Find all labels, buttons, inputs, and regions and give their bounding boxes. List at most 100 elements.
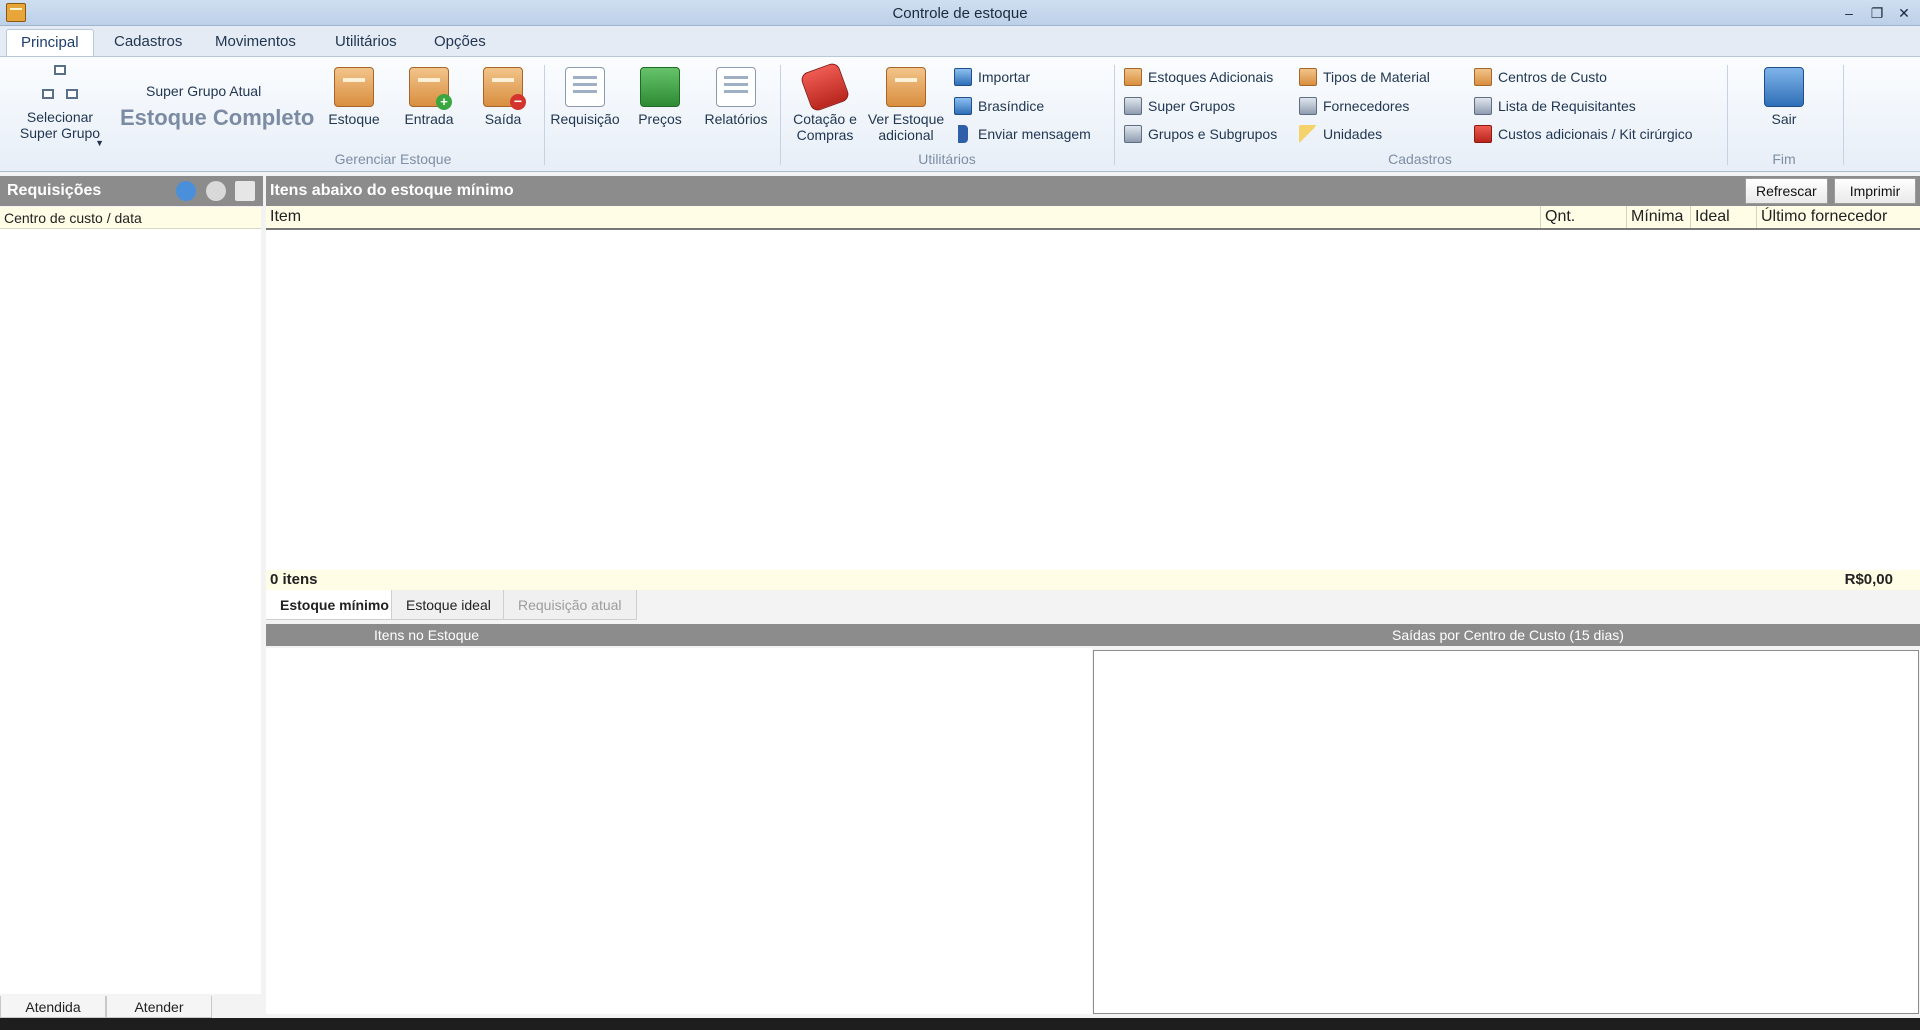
tab-principal[interactable]: Principal xyxy=(6,29,94,56)
saida-label: Saída xyxy=(484,111,522,127)
restore-icon[interactable]: ❐ xyxy=(1866,3,1888,23)
left-tabs: Atendida Atender xyxy=(0,996,261,1018)
tab-atender[interactable]: Atender xyxy=(106,996,212,1018)
tab-opcoes[interactable]: Opções xyxy=(420,29,500,56)
network-icon xyxy=(40,65,80,105)
estoques-adicionais-label: Estoques Adicionais xyxy=(1148,69,1274,85)
material-icon xyxy=(1299,68,1317,86)
close-icon[interactable]: ✕ xyxy=(1893,3,1915,23)
relatorios-label: Relatórios xyxy=(704,111,768,127)
refresh-icon[interactable] xyxy=(176,181,196,201)
box-icon xyxy=(334,67,374,107)
tab-cadastros[interactable]: Cadastros xyxy=(100,29,196,56)
tipos-material-label: Tipos de Material xyxy=(1323,69,1430,85)
custos-adicionais-button[interactable]: Custos adicionais / Kit cirúrgico xyxy=(1474,124,1693,144)
unidades-label: Unidades xyxy=(1323,126,1383,142)
column-header-item[interactable]: Item xyxy=(266,206,1540,228)
fornecedores-button[interactable]: Fornecedores xyxy=(1299,96,1409,116)
hierarchy-icon xyxy=(1124,97,1142,115)
table-header: Item Qnt. Mínima Ideal Último fornecedor xyxy=(266,206,1920,230)
cotacao-button[interactable]: Cotação e Compras xyxy=(784,61,866,143)
price-tag-icon xyxy=(799,61,851,113)
refresh-button[interactable]: Refrescar xyxy=(1745,178,1828,204)
column-header-minima[interactable]: Mínima xyxy=(1626,206,1690,228)
select-super-group-button[interactable]: Selecionar Super Grupo ▼ xyxy=(8,65,112,148)
minimize-icon[interactable]: ‒ xyxy=(1838,3,1860,23)
column-header-ultimo-fornecedor[interactable]: Último fornecedor xyxy=(1756,206,1920,228)
saidas-title: Saídas por Centro de Custo (15 dias) xyxy=(1392,627,1624,643)
tab-movimentos[interactable]: Movimentos xyxy=(201,29,310,56)
group-label-cadastros: Cadastros xyxy=(1388,151,1452,167)
column-header-ideal[interactable]: Ideal xyxy=(1690,206,1756,228)
group-label-fim: Fim xyxy=(1772,151,1796,167)
requisicoes-header: Requisições xyxy=(0,176,263,206)
brasindice-label: Brasíndice xyxy=(978,98,1045,114)
brasindice-button[interactable]: Brasíndice xyxy=(954,96,1044,116)
tab-estoque-ideal[interactable]: Estoque ideal xyxy=(391,590,506,620)
ver-estoque-label: Ver Estoque adicional xyxy=(867,111,945,143)
items-table-body[interactable] xyxy=(266,230,1920,570)
estoque-button[interactable]: Estoque xyxy=(318,67,390,127)
taskbar xyxy=(0,1018,1920,1030)
entrada-label: Entrada xyxy=(404,111,454,127)
tipos-material-button[interactable]: Tipos de Material xyxy=(1299,67,1430,87)
cost-center-icon xyxy=(1474,68,1492,86)
requisicao-button[interactable]: Requisição xyxy=(549,67,621,127)
custos-adicionais-label: Custos adicionais / Kit cirúrgico xyxy=(1498,126,1693,142)
tab-utilitarios[interactable]: Utilitários xyxy=(321,29,411,56)
super-group-label: Super Grupo Atual xyxy=(146,83,262,99)
boxes-small-icon xyxy=(1124,68,1142,86)
chevron-down-icon: ▼ xyxy=(95,138,104,148)
main-title: Itens abaixo do estoque mínimo xyxy=(270,182,514,199)
left-column-header[interactable]: Centro de custo / data xyxy=(0,207,261,229)
tab-estoque-minimo[interactable]: Estoque mínimo xyxy=(266,590,404,620)
ribbon: Selecionar Super Grupo ▼ Super Grupo Atu… xyxy=(0,56,1920,172)
super-group-value: Estoque Completo xyxy=(120,105,315,130)
menu-bar: Principal Cadastros Movimentos Utilitári… xyxy=(0,26,1920,56)
settings-icon[interactable] xyxy=(206,181,226,201)
sair-button[interactable]: Sair xyxy=(1746,67,1822,127)
itens-no-estoque-panel xyxy=(266,648,1092,1014)
ruler-icon xyxy=(1299,125,1317,143)
enviar-mensagem-button[interactable]: Enviar mensagem xyxy=(954,124,1091,144)
ribbon-separator xyxy=(1727,65,1728,165)
importar-button[interactable]: Importar xyxy=(954,67,1030,87)
title-bar: Controle de estoque ‒ ❐ ✕ xyxy=(0,0,1920,26)
speaker-icon xyxy=(958,125,968,143)
tab-requisicao-atual: Requisição atual xyxy=(503,590,637,620)
printer-icon[interactable] xyxy=(235,181,255,201)
requisicoes-title: Requisições xyxy=(7,182,102,199)
precos-button[interactable]: Preços xyxy=(624,67,696,127)
column-header-qnt[interactable]: Qnt. xyxy=(1540,206,1626,228)
ribbon-separator xyxy=(1843,65,1844,165)
entrada-button[interactable]: + Entrada xyxy=(393,67,465,127)
estoques-adicionais-button[interactable]: Estoques Adicionais xyxy=(1124,67,1273,87)
sub-tabs: Estoque mínimo Estoque ideal Requisição … xyxy=(266,590,1920,622)
importar-label: Importar xyxy=(978,69,1031,85)
fornecedores-label: Fornecedores xyxy=(1323,98,1410,114)
estoque-label: Estoque xyxy=(328,111,380,127)
centros-custo-button[interactable]: Centros de Custo xyxy=(1474,67,1607,87)
supplier-icon xyxy=(1299,97,1317,115)
bottom-header: Itens no Estoque Saídas por Centro de Cu… xyxy=(266,624,1920,646)
precos-label: Preços xyxy=(638,111,682,127)
relatorios-button[interactable]: Relatórios xyxy=(699,67,773,127)
saida-button[interactable]: − Saída xyxy=(467,67,539,127)
table-footer: 0 itens R$0,00 xyxy=(266,570,1920,590)
items-total: R$0,00 xyxy=(1844,571,1893,588)
requisicoes-list[interactable] xyxy=(0,229,261,994)
super-grupos-button[interactable]: Super Grupos xyxy=(1124,96,1235,116)
lista-requisitantes-button[interactable]: Lista de Requisitantes xyxy=(1474,96,1636,116)
grupos-subgrupos-label: Grupos e Subgrupos xyxy=(1148,126,1278,142)
boxes-icon xyxy=(886,67,926,107)
grupos-subgrupos-button[interactable]: Grupos e Subgrupos xyxy=(1124,124,1277,144)
refresh-icon xyxy=(954,97,972,115)
ribbon-separator xyxy=(780,65,781,165)
tab-atendida[interactable]: Atendida xyxy=(0,996,106,1018)
print-button[interactable]: Imprimir xyxy=(1834,178,1916,204)
import-icon xyxy=(954,68,972,86)
requisicao-label: Requisição xyxy=(550,111,620,127)
unidades-button[interactable]: Unidades xyxy=(1299,124,1382,144)
window-title: Controle de estoque xyxy=(892,5,1028,22)
ver-estoque-button[interactable]: Ver Estoque adicional xyxy=(864,67,948,143)
